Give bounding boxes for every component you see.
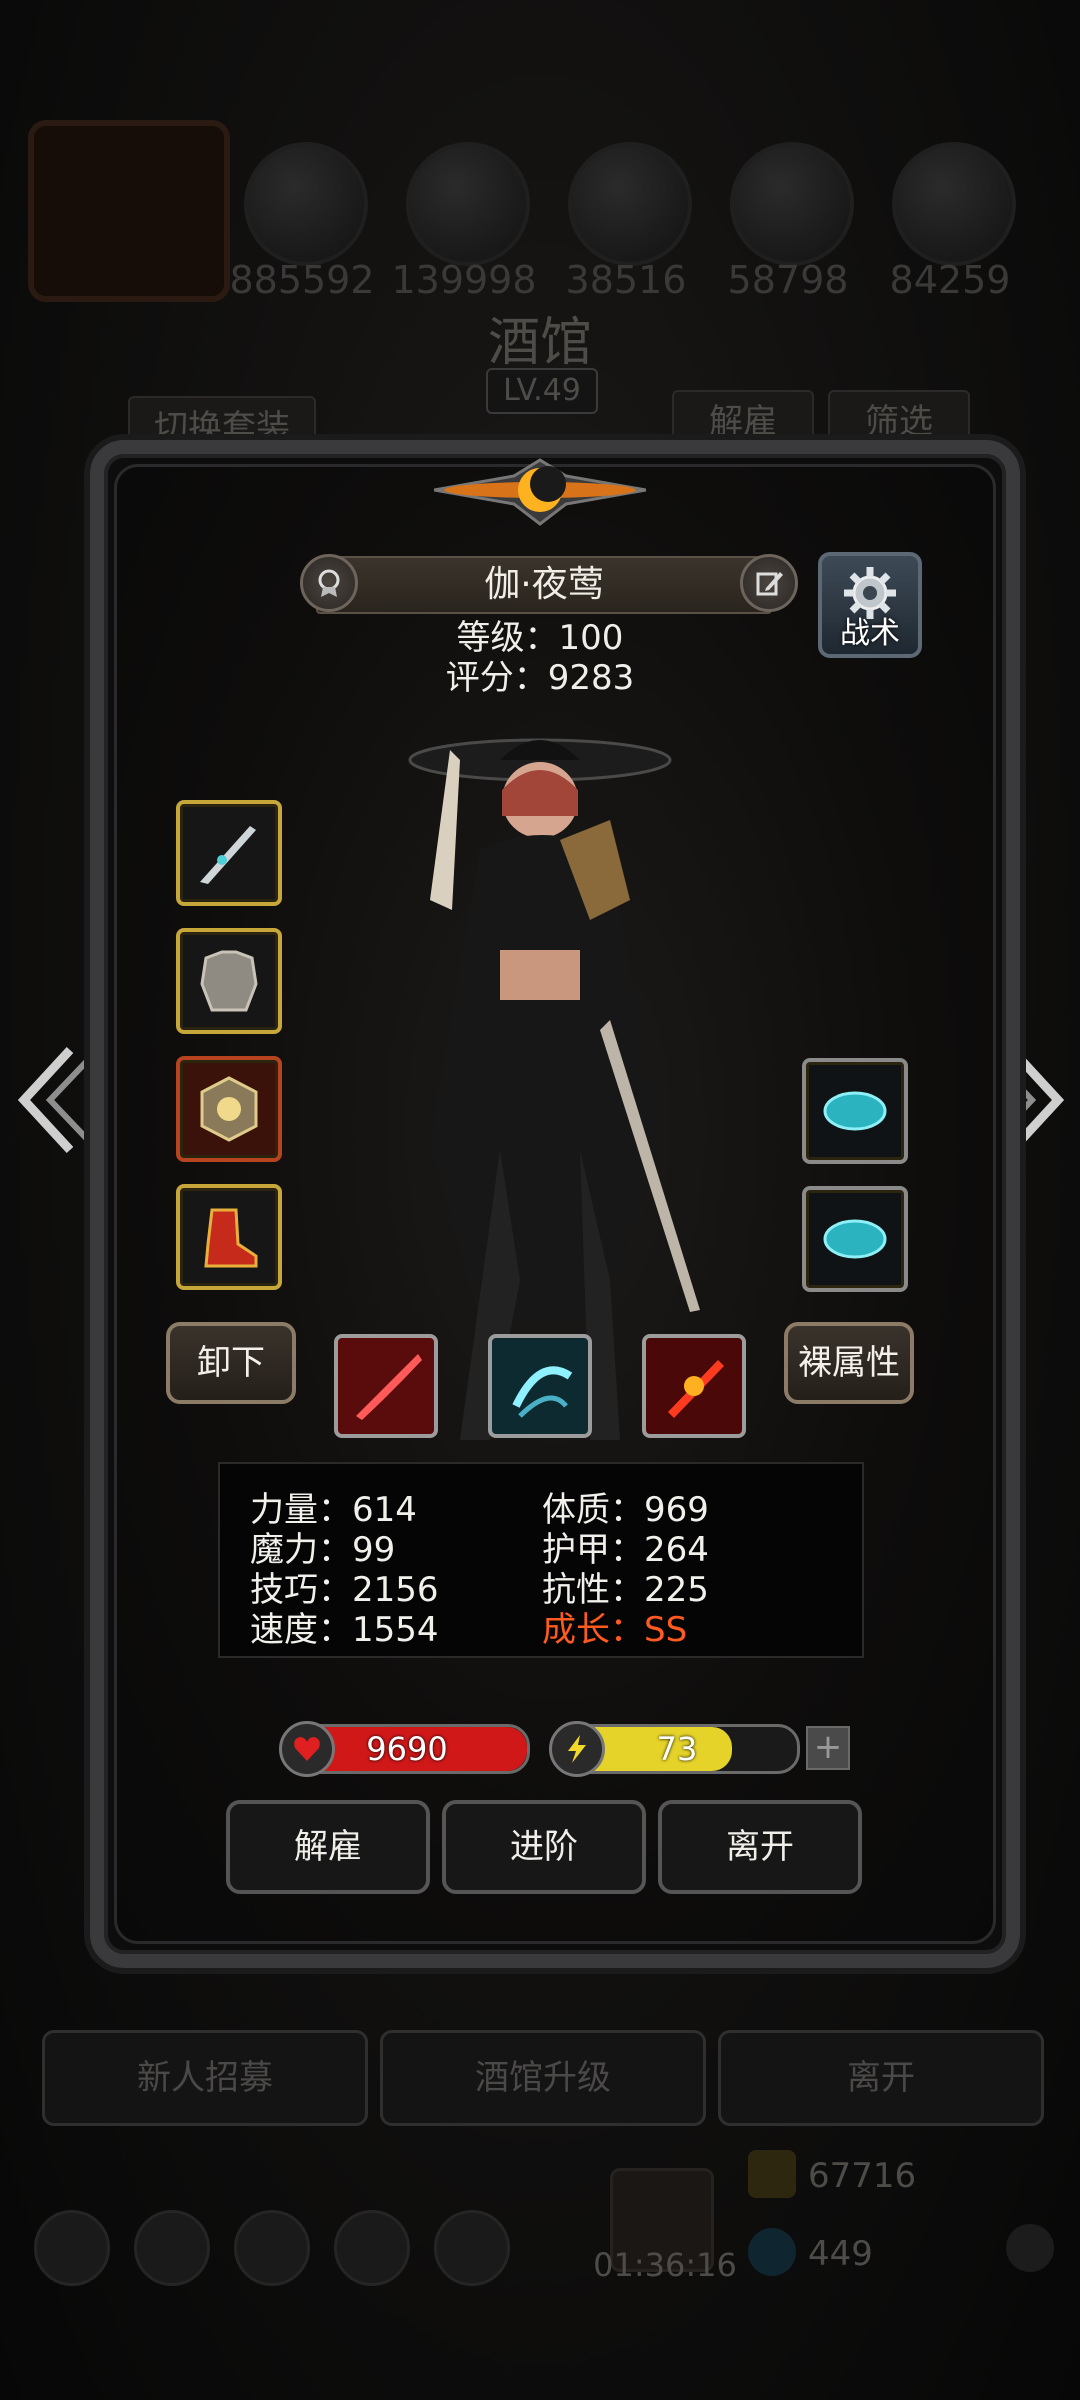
dock-icon [134,2210,210,2286]
hp-bar: 9690 [279,1721,530,1777]
unequip-button[interactable]: 卸下 [166,1322,296,1404]
boots-icon [204,1208,258,1268]
skill-slot[interactable] [334,1334,438,1438]
hero-name: 伽·夜莺 [316,556,772,614]
moon-crest-icon [434,458,646,526]
skill-slot[interactable] [488,1334,592,1438]
gold-icon [748,2150,796,2198]
resource-value: 885592 [229,258,375,302]
whirlwind-skill-icon [512,1366,573,1418]
dock-icon [234,2210,310,2286]
tavern-title: 酒馆 [487,313,592,373]
stat-speed: 速度：1554 [250,1610,439,1650]
leave-button[interactable]: 离开 [658,1800,862,1894]
amulet-icon [200,1076,258,1142]
resource-value: 58798 [727,258,849,302]
stat-growth: 成长：SS [542,1610,688,1650]
background-leave-button: 离开 [718,2030,1044,2126]
dismiss-button[interactable]: 解雇 [226,1800,430,1894]
gift-timer: 01:36:16 [593,2246,737,2284]
add-energy-button[interactable]: + [806,1726,850,1770]
sword-icon [892,142,1016,266]
hero-badge-icon[interactable] [300,554,358,612]
crystal-icon [730,142,854,266]
dock-icon [334,2210,410,2286]
armor-icon [200,950,258,1012]
tactics-button[interactable]: 战术 [818,552,922,658]
tavern-upgrade-button: 酒馆升级 [380,2030,706,2126]
add-icon [1006,2224,1054,2272]
gold-amount: 67716 [808,2156,917,2196]
gem-slot[interactable] [802,1058,908,1164]
gem-icon [823,1219,887,1259]
heart-icon [279,1721,335,1777]
resource-value: 84259 [889,258,1011,302]
skill-slot[interactable] [642,1334,746,1438]
wood-icon [244,142,368,266]
previous-hero-arrow-icon[interactable] [14,1040,94,1160]
hero-score: 评分：9283 [445,658,635,698]
armor-slot[interactable] [176,928,282,1034]
energy-bar: 73 [549,1721,800,1777]
dagger-icon [200,826,256,884]
gem-amount: 449 [808,2234,873,2274]
stone-icon [406,142,530,266]
slash-skill-icon [356,1354,422,1420]
iron-icon [568,142,692,266]
tavern-level: LV.49 [486,368,598,414]
dock-icon [34,2210,110,2286]
boots-slot[interactable] [176,1184,282,1290]
rename-edit-icon[interactable] [740,554,798,612]
dock-icon [434,2210,510,2286]
advance-button[interactable]: 进阶 [442,1800,646,1894]
stats-panel: 力量：614 体质：969 魔力：99 护甲：264 技巧：2156 抗性：22… [218,1462,864,1658]
tavern-portrait-frame [28,120,230,302]
amulet-slot[interactable] [176,1056,282,1162]
base-attributes-button[interactable]: 裸属性 [784,1322,914,1404]
fire-strike-skill-icon [668,1360,724,1418]
gem-currency-icon [748,2228,796,2276]
gem-icon [823,1091,887,1131]
resource-value: 139998 [391,258,537,302]
tactics-label: 战术 [840,616,900,651]
resource-value: 38516 [565,258,687,302]
gem-slot[interactable] [802,1186,908,1292]
weapon-slot[interactable] [176,800,282,906]
recruit-button: 新人招募 [42,2030,368,2126]
lightning-icon [549,1721,605,1777]
